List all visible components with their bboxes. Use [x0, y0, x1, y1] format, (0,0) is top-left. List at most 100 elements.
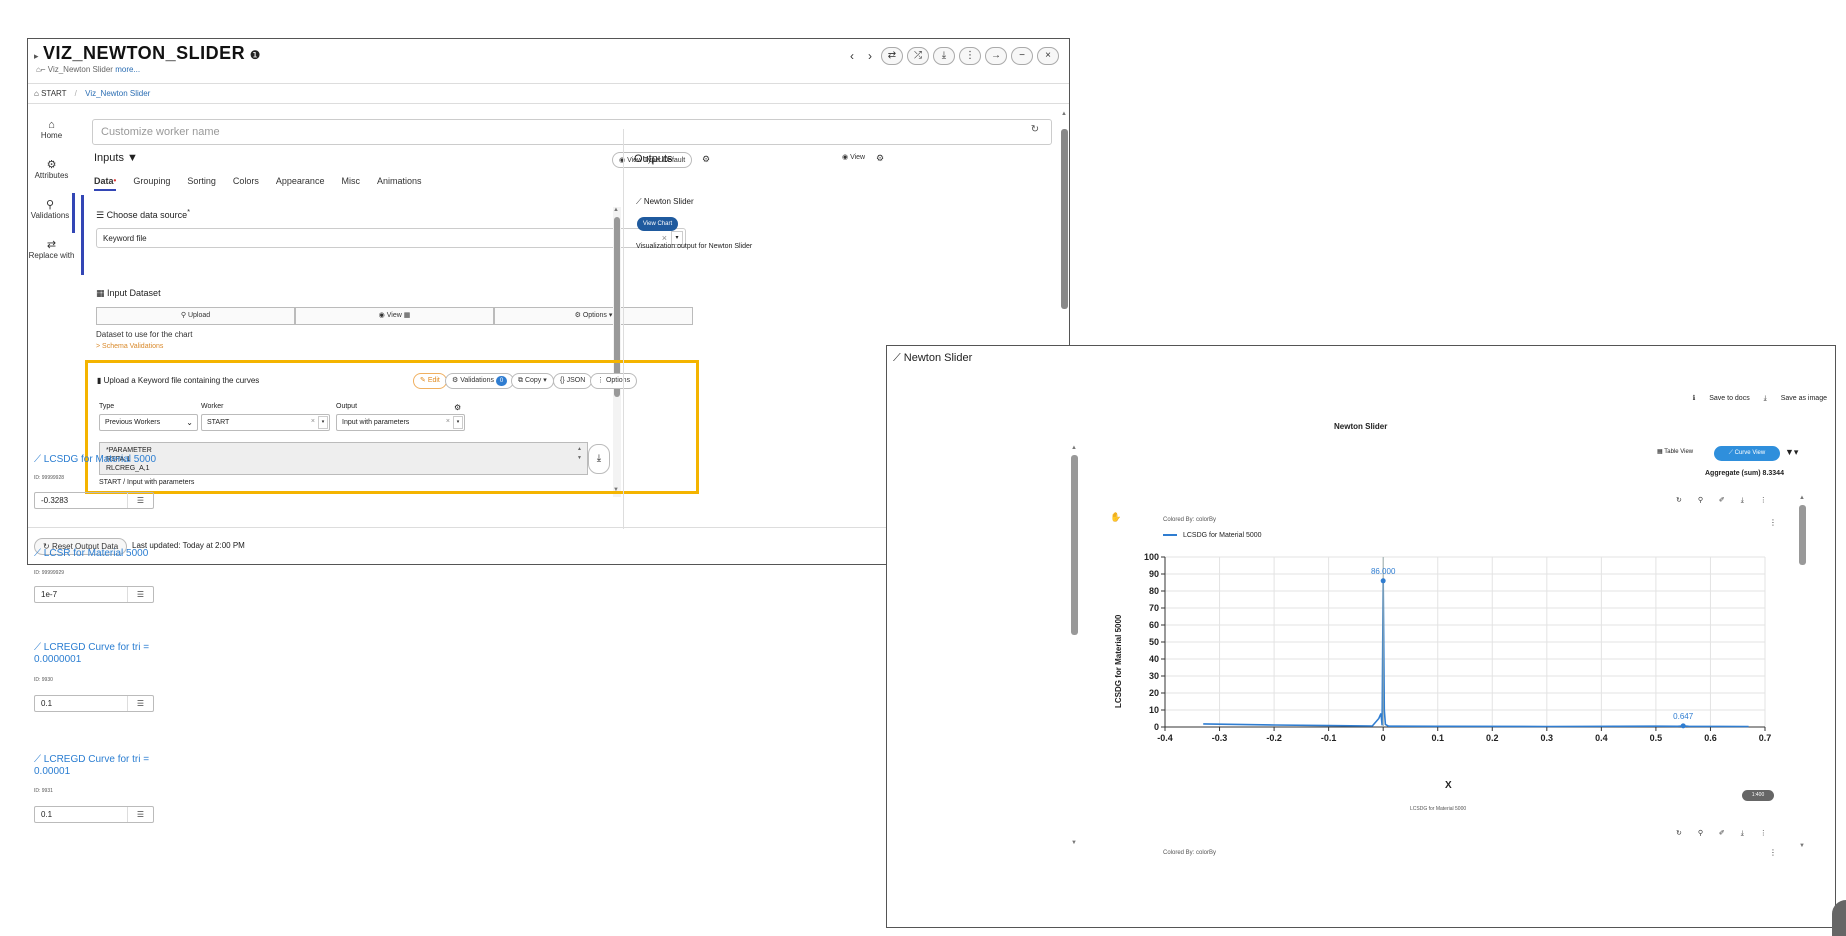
sidenav-label: Replace with [28, 251, 75, 260]
scroll-up-icon[interactable]: ▲ [1071, 445, 1077, 451]
sidenav-validations[interactable]: ⚲ Validations [28, 193, 75, 233]
param-label[interactable]: ⟋ LCREGD Curve for tri = 0.0000001 [34, 642, 159, 666]
compare-button[interactable]: ⇄ [881, 47, 903, 65]
param-label[interactable]: ⟋ LCSR for Material 5000 [34, 548, 148, 560]
validations-button[interactable]: ⚙ Validations 0 [445, 373, 515, 389]
inputs-heading[interactable]: Inputs ▼ [94, 152, 138, 164]
gear-icon[interactable]: ⚙ [876, 153, 884, 164]
data-point [1680, 723, 1686, 729]
output-value: Input with parameters [342, 419, 410, 426]
param-input[interactable]: 1e-7 ☰ [34, 586, 154, 603]
param-label[interactable]: ⟋ LCREGD Curve for tri = 0.00001 [34, 754, 159, 778]
save-image-button[interactable]: ⤓ Save as image [1764, 395, 1827, 402]
view-chart-button[interactable]: View Chart [637, 217, 678, 231]
download-icon[interactable]: ⤓ [1741, 497, 1744, 504]
tab-animations[interactable]: Animations [377, 176, 422, 191]
param-input[interactable]: 0.1 ☰ [34, 806, 154, 823]
scroll-down-icon[interactable]: ▼ [1799, 843, 1805, 849]
scroll-down-icon[interactable]: ▼ [1071, 840, 1077, 846]
save-docs-button[interactable]: ℹ Save to docs [1693, 395, 1750, 402]
view-dataset-button[interactable]: ◉ View ▦ [295, 307, 494, 325]
x-tick-label: -0.1 [1321, 733, 1337, 743]
scroll-up-icon[interactable]: ▲ [1061, 111, 1067, 117]
slider-icon[interactable]: ☰ [127, 493, 153, 508]
refresh-icon[interactable]: ↻ [1676, 830, 1682, 837]
sidenav-attributes[interactable]: ⚙ Attributes [28, 153, 75, 193]
slider-icon[interactable]: ☰ [127, 696, 153, 711]
breadcrumb-current[interactable]: Viz_Newton Slider [85, 89, 150, 98]
collapse-icon[interactable]: ▸ [34, 51, 39, 61]
zoom-icon[interactable]: ⚲ [1698, 497, 1703, 504]
tab-misc[interactable]: Misc [341, 176, 360, 191]
json-button[interactable]: {} JSON [553, 373, 593, 389]
scroll-thumb[interactable] [1061, 129, 1068, 309]
download-button[interactable]: ⤓ [933, 47, 955, 65]
scroll-up-icon[interactable]: ▲ [613, 207, 619, 213]
type-select[interactable]: Previous Workers ⌄ [99, 414, 198, 431]
tab-data[interactable]: Data• [94, 176, 117, 191]
upload-button[interactable]: ⚲ Upload [96, 307, 295, 325]
chart-legend[interactable]: LCSDG for Material 5000 [1163, 532, 1262, 539]
outputs-view-button[interactable]: ◉ View [842, 153, 865, 161]
table-view-button[interactable]: ▦ Table View [1657, 448, 1693, 455]
breadcrumb-home[interactable]: START [41, 89, 66, 98]
tab-sorting[interactable]: Sorting [187, 176, 216, 191]
window-scrollbar[interactable]: ▲ [1060, 111, 1069, 311]
gear-icon[interactable]: ⚙ [454, 403, 461, 412]
clear-icon[interactable]: × [446, 418, 450, 425]
chevron-down-icon[interactable]: ▾ [453, 416, 463, 429]
more-button[interactable]: ⋮ [959, 47, 981, 65]
pin-icon[interactable]: ✐ [1719, 497, 1725, 504]
sidenav-home[interactable]: ⌂ Home [28, 113, 75, 153]
minimize-button[interactable]: − [1011, 47, 1033, 65]
param-input[interactable]: -0.3283 ☰ [34, 492, 154, 509]
more-icon[interactable]: ⋮ [1760, 497, 1767, 504]
param-input[interactable]: 0.1 ☰ [34, 695, 154, 712]
inputs-title: Inputs [94, 152, 124, 164]
tab-colors[interactable]: Colors [233, 176, 259, 191]
line-chart[interactable]: -0.4 -0.3 -0.2 -0.1 0 0.1 0.2 0.3 0.4 0.5 0.6 0.7 0 1… [1110, 545, 1810, 755]
tab-appearance[interactable]: Appearance [276, 176, 325, 191]
zoom-icon[interactable]: ⚲ [1698, 830, 1703, 837]
schema-validations-link[interactable]: > Schema Validations [96, 343, 163, 350]
info-icon[interactable]: ❶ [250, 48, 261, 62]
next-icon[interactable]: › [863, 49, 877, 63]
output-select[interactable]: Input with parameters × ▾ [336, 414, 465, 431]
curve-view-button[interactable]: ⟋ Curve View [1714, 446, 1780, 461]
output-item[interactable]: ⟋ Newton Slider [636, 197, 694, 207]
copy-button[interactable]: ⧉ Copy ▾ [511, 373, 554, 389]
parameters-textarea[interactable]: *PARAMETER RSFA,1 RLCREG_A,1 ▲ ▼ [99, 442, 588, 475]
refresh-icon[interactable]: ↻ [1676, 497, 1682, 504]
more-icon[interactable]: ⋮ [1769, 848, 1777, 857]
zoom-ratio-badge[interactable]: 1:400 [1742, 790, 1774, 801]
pin-icon[interactable]: ✐ [1719, 830, 1725, 837]
textarea-scrollbar[interactable]: ▲ ▼ [577, 445, 585, 471]
more-icon[interactable]: ⋮ [1760, 830, 1767, 837]
shuffle-button[interactable]: ⤮ [907, 47, 929, 65]
sidenav-replace[interactable]: ⇄ Replace with [28, 233, 75, 273]
close-button[interactable]: × [1037, 47, 1059, 65]
more-link[interactable]: more... [115, 65, 140, 74]
params-scrollbar[interactable]: ▲ ▼ [1071, 445, 1079, 846]
param-label-text: LCREGD Curve for tri = 0.0000001 [34, 642, 150, 665]
slider-icon[interactable]: ☰ [127, 587, 153, 602]
scroll-up-icon[interactable]: ▲ [1799, 495, 1805, 501]
more-icon[interactable]: ⋮ [1769, 518, 1777, 527]
download-icon[interactable]: ⤓ [1741, 830, 1744, 837]
edit-button[interactable]: ✎ Edit [413, 373, 447, 389]
forward-button[interactable]: → [985, 47, 1007, 65]
param-label[interactable]: ⟋ LCSDG for Material 5000 [34, 454, 156, 466]
filter-icon[interactable]: ▼▾ [1785, 447, 1798, 458]
slider-icon[interactable]: ☰ [127, 807, 153, 822]
chevron-down-icon[interactable]: ▾ [318, 416, 328, 429]
scroll-thumb[interactable] [1071, 455, 1078, 635]
clear-icon[interactable]: × [311, 418, 315, 425]
tab-grouping[interactable]: Grouping [133, 176, 170, 191]
param-line: RLCREG_A,1 [106, 465, 150, 472]
filter-icon[interactable]: ▼ [127, 152, 138, 164]
worker-select[interactable]: START × ▾ [201, 414, 330, 431]
prev-icon[interactable]: ‹ [845, 49, 859, 63]
data-source-select[interactable]: Keyword file × ▾ [96, 228, 686, 248]
chevron-down-icon[interactable]: ⌄ [186, 418, 193, 427]
download-icon[interactable]: ⤓ [588, 444, 610, 474]
